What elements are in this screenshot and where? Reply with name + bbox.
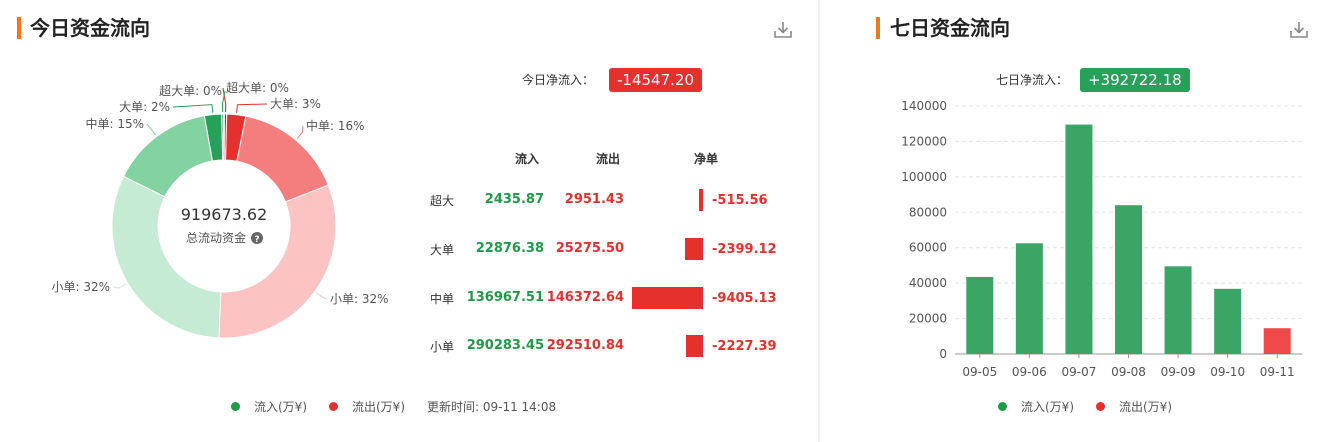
donut-leader-line	[316, 292, 328, 300]
outflow-dot-icon	[329, 402, 338, 411]
legend-outflow[interactable]: 流出(万¥)	[329, 398, 405, 415]
help-icon[interactable]: ?	[251, 232, 263, 245]
bar-09-08[interactable]	[1115, 205, 1142, 354]
donut-leader-line	[112, 283, 127, 289]
update-time: 更新时间: 09-11 14:08	[427, 400, 557, 414]
today-legend: 流入(万¥) 流出(万¥) 更新时间: 09-11 14:08	[231, 398, 556, 415]
seven-day-legend: 流入(万¥) 流出(万¥)	[998, 398, 1194, 415]
bar-09-07[interactable]	[1065, 124, 1093, 354]
legend-outflow[interactable]: 流出(万¥)	[1096, 398, 1172, 415]
donut-leader-line	[146, 123, 156, 136]
seven-day-flow-panel: 七日资金流向 七日净流入： +392722.18 0 20000 40000 6000…	[820, 0, 1333, 442]
legend-outflow-label: 流出(万¥)	[352, 400, 405, 414]
donut-slice-label: 中单: 16%	[306, 118, 365, 133]
net-bar	[686, 335, 703, 357]
x-tick-label: 09-09	[1161, 365, 1196, 379]
bar-09-06[interactable]	[1015, 243, 1043, 354]
y-tick-label: 0	[939, 347, 947, 361]
y-tick-label: 120000	[901, 134, 947, 148]
donut-leader-line	[172, 104, 214, 113]
x-tick-label: 09-10	[1210, 365, 1245, 379]
donut-slice-label: 大单: 3%	[270, 97, 321, 111]
row-net-value: -515.56	[712, 193, 768, 208]
row-outflow-value: 2951.43	[564, 192, 624, 207]
total-capital-label: 总流动资金	[186, 230, 246, 245]
donut-slice-label: 大单: 2%	[119, 100, 170, 114]
donut-slice-label: 小单: 32%	[330, 292, 389, 306]
legend-outflow-label: 流出(万¥)	[1119, 400, 1172, 414]
y-tick-label: 20000	[909, 312, 947, 326]
inflow-dot-icon	[998, 402, 1007, 411]
legend-inflow[interactable]: 流入(万¥)	[998, 398, 1074, 415]
today-donut-chart: 超大单: 0% 大单: 3% 中单: 16% 小单: 32% 超大单: 0% 大单: 2%…	[51, 80, 389, 339]
row-outflow-value: 25275.50	[555, 241, 624, 256]
row-net-value: -2399.12	[712, 242, 777, 257]
y-tick-label: 60000	[909, 241, 947, 255]
y-tick-label: 140000	[901, 99, 947, 113]
row-outflow-value: 146372.64	[546, 290, 624, 305]
net-bar	[684, 238, 703, 260]
y-tick-label: 40000	[909, 276, 947, 290]
outflow-dot-icon	[1096, 402, 1105, 411]
donut-slice-label: 小单: 32%	[51, 280, 110, 294]
row-net-value: -9405.13	[712, 291, 777, 306]
donut-slice-label: 超大单: 0%	[159, 83, 222, 98]
col-header-outflow: 流出	[596, 152, 621, 166]
today-flow-panel: 今日资金流向 超大单: 0% 大单: 3% 中单: 16% 小单: 32% 超大单: 0…	[0, 0, 818, 442]
svg-text:?: ?	[254, 235, 259, 245]
y-tick-label: 80000	[909, 205, 947, 219]
donut-leader-line	[296, 125, 304, 139]
bar-09-09[interactable]	[1164, 266, 1192, 354]
row-outflow-value: 292510.84	[546, 338, 624, 353]
seven-day-bar-chart: 0 20000 40000 60000 80000 100000 120000 140000 0…	[901, 99, 1302, 379]
bar-09-11[interactable]	[1263, 328, 1291, 354]
bar-09-10[interactable]	[1214, 288, 1242, 354]
net-bar	[699, 189, 703, 211]
download-icon[interactable]	[772, 20, 794, 44]
bar-09-05[interactable]	[966, 276, 994, 354]
legend-inflow[interactable]: 流入(万¥)	[231, 398, 307, 415]
x-tick-label: 09-05	[962, 365, 997, 379]
x-tick-label: 09-07	[1061, 365, 1096, 379]
today-net-label: 今日净流入：	[522, 73, 595, 87]
donut-slice	[111, 175, 222, 339]
x-tick-label: 09-08	[1111, 365, 1146, 379]
legend-inflow-label: 流入(万¥)	[254, 400, 307, 414]
total-capital-value: 919673.62	[181, 205, 268, 224]
x-tick-label: 09-06	[1012, 365, 1047, 379]
donut-leader-line	[236, 103, 268, 113]
today-net-value: -14547.20	[609, 68, 702, 92]
donut-slice-label: 中单: 15%	[85, 116, 144, 131]
inflow-dot-icon	[231, 402, 240, 411]
net-bar	[632, 287, 703, 309]
legend-inflow-label: 流入(万¥)	[1021, 400, 1074, 414]
row-net-value: -2227.39	[712, 339, 777, 354]
x-tick-label: 09-11	[1260, 365, 1295, 379]
col-header-net: 净单	[694, 152, 719, 166]
donut-slice-label: 超大单: 0%	[226, 80, 289, 95]
y-tick-label: 100000	[901, 170, 947, 184]
col-header-inflow: 流入	[515, 152, 540, 166]
